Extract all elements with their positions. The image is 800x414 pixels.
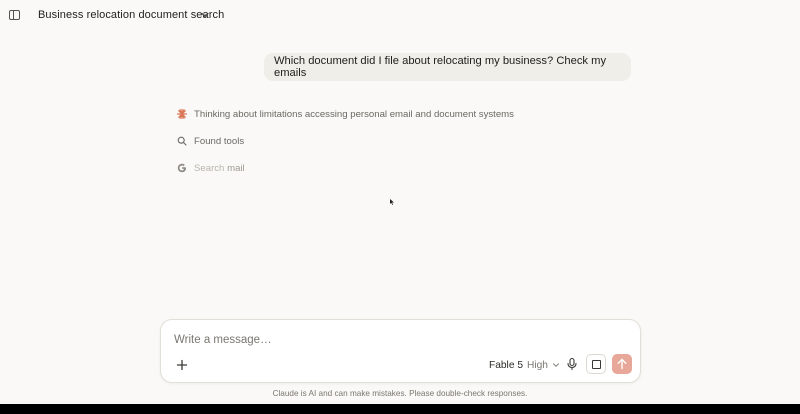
arrow-up-icon bbox=[617, 358, 627, 370]
chevron-down-icon[interactable] bbox=[200, 10, 210, 20]
search-mail-text: Search mail bbox=[194, 163, 245, 174]
add-attachment-button[interactable] bbox=[175, 358, 189, 372]
plus-icon bbox=[176, 359, 188, 371]
search-mail-suffix: mail bbox=[227, 162, 245, 174]
send-button[interactable] bbox=[612, 354, 632, 374]
found-tools-text: Found tools bbox=[194, 135, 245, 147]
thinking-step[interactable]: Thinking about limitations accessing per… bbox=[177, 107, 514, 121]
search-icon bbox=[177, 136, 187, 146]
search-mail-step[interactable]: Search mail bbox=[177, 161, 245, 175]
microphone-icon[interactable] bbox=[565, 357, 579, 371]
message-input[interactable] bbox=[174, 332, 474, 348]
disclaimer-text: Claude is AI and can make mistakes. Plea… bbox=[272, 389, 528, 398]
sidebar-toggle-icon[interactable] bbox=[9, 10, 20, 20]
app-window: Business relocation document search Whic… bbox=[0, 0, 800, 404]
top-bar: Business relocation document search bbox=[0, 0, 800, 30]
found-tools-step[interactable]: Found tools bbox=[177, 134, 244, 148]
model-effort: High bbox=[526, 359, 548, 371]
user-message-text: Which document did I file about relocati… bbox=[274, 55, 607, 79]
message-composer: Fable 5 High bbox=[160, 319, 641, 383]
mouse-cursor-icon bbox=[390, 199, 394, 205]
google-icon bbox=[177, 163, 186, 173]
search-mail-prefix: Search bbox=[194, 162, 225, 174]
sparkle-icon bbox=[177, 109, 187, 119]
stop-square-icon bbox=[592, 360, 601, 369]
thinking-step-text: Thinking about limitations accessing per… bbox=[194, 108, 514, 120]
model-selector[interactable]: Fable 5 High bbox=[489, 358, 560, 372]
user-message-bubble: Which document did I file about relocati… bbox=[264, 53, 631, 81]
conversation-title[interactable]: Business relocation document search bbox=[38, 9, 224, 21]
model-name: Fable 5 bbox=[489, 359, 523, 371]
chevron-down-icon bbox=[552, 363, 559, 367]
stop-button[interactable] bbox=[586, 354, 606, 374]
